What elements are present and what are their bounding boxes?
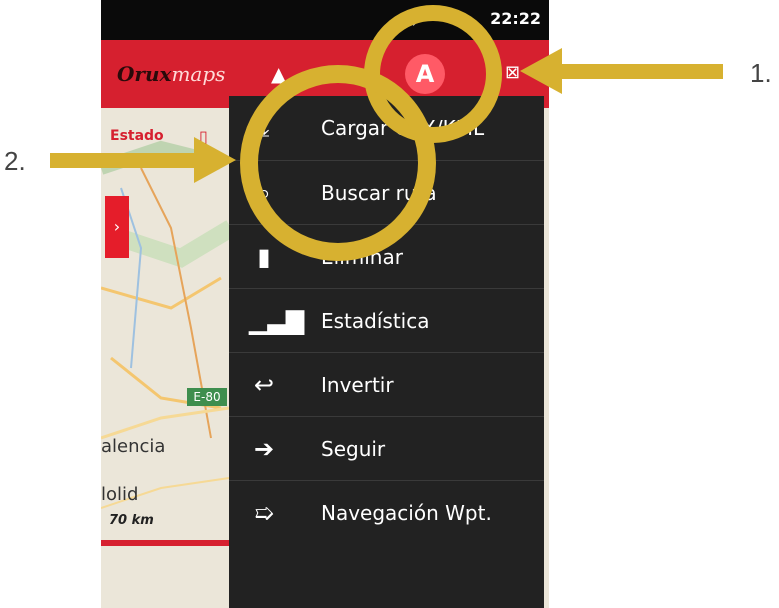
annotation-label-1: 1. xyxy=(750,58,772,88)
annotation-label-2: 2. xyxy=(4,146,26,176)
annotation-arrow-1 xyxy=(520,48,723,94)
highlight-ring-2 xyxy=(240,65,436,261)
highlight-ring-1 xyxy=(364,5,502,143)
annotation-arrow-2 xyxy=(50,137,236,183)
annotation-overlay: 1. 2. xyxy=(4,5,772,261)
